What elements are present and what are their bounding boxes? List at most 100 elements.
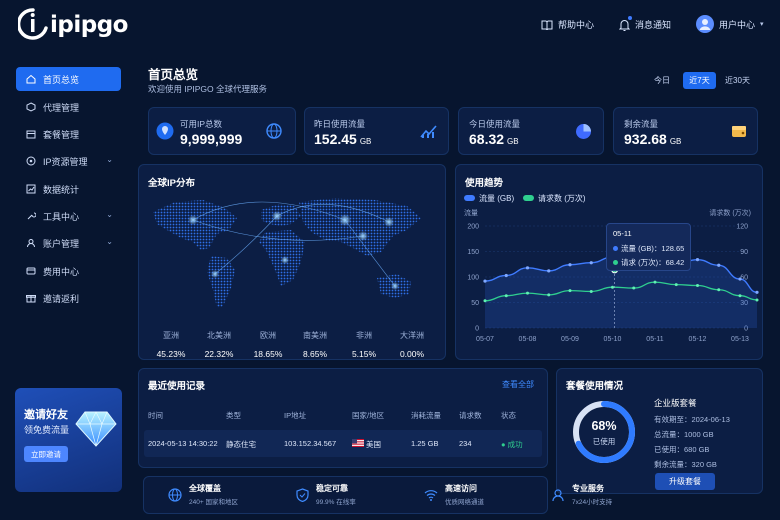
- request-point: [483, 299, 487, 303]
- page-subtitle: 欢迎使用 IPIPGO 全球代理服务: [148, 84, 268, 94]
- package-used: 已使用：680 GB: [654, 445, 710, 454]
- stat-label: 可用IP总数: [180, 119, 223, 129]
- upgrade-button[interactable]: 升级套餐: [655, 473, 715, 490]
- tab-7days[interactable]: 近7天: [683, 72, 716, 89]
- legend-swatch-requests: [523, 195, 534, 201]
- stat-label: 剩余流量: [624, 119, 659, 129]
- view-all-link[interactable]: 查看全部: [502, 379, 534, 390]
- feature-item: 全球覆盖 240+ 国家和地区: [168, 483, 238, 506]
- package-remaining: 剩余流量：320 GB: [654, 460, 717, 469]
- headset-icon: [552, 488, 564, 501]
- y-tick-left: 0: [475, 326, 479, 333]
- logo[interactable]: ipipgo: [18, 8, 128, 42]
- chart-icon: [26, 184, 36, 194]
- flow-point: [695, 258, 700, 262]
- chevron-down-icon: ▾: [760, 21, 764, 28]
- request-point: [674, 283, 678, 287]
- tab-30days[interactable]: 近30天: [721, 72, 754, 89]
- invite-card: 邀请好友 领免费流量 立即邀请: [15, 388, 122, 492]
- x-tick: 05-12: [689, 336, 707, 343]
- tab-today[interactable]: 今日: [648, 72, 676, 89]
- flow-point: [547, 269, 551, 273]
- region-stat: 非洲 5.15%: [351, 331, 377, 359]
- sidebar-item-package[interactable]: 套餐管理: [16, 122, 121, 146]
- cell-ip: 103.152.34.567: [284, 439, 337, 448]
- help-center-link[interactable]: 帮助中心: [541, 18, 594, 31]
- home-icon: [26, 74, 36, 84]
- x-tick: 05-13: [731, 336, 749, 343]
- x-tick: 05-11: [646, 336, 663, 343]
- legend-flow: 流量 (GB): [479, 193, 514, 203]
- sidebar-item-label: 费用中心: [43, 266, 80, 277]
- trend-icon: [420, 125, 437, 138]
- sidebar-item-ip-resources[interactable]: IP资源管理 ⌄: [16, 149, 121, 173]
- request-point: [504, 294, 508, 298]
- cell-requests: 234: [459, 439, 472, 448]
- package-title: 套餐使用情况: [566, 381, 624, 392]
- sidebar-item-account[interactable]: 账户管理 ⌄: [16, 231, 121, 255]
- x-tick: 05-08: [519, 336, 537, 343]
- flow-point: [483, 279, 487, 283]
- notify-label: 消息通知: [635, 20, 672, 30]
- cell-time: 2024-05-13 14:30:22: [148, 439, 218, 448]
- status-badge: ● 成功: [501, 440, 523, 449]
- stat-value: 9,999,999: [180, 131, 243, 147]
- request-point: [547, 293, 551, 297]
- user-menu[interactable]: 用户中心 ▾: [696, 15, 764, 33]
- col-header: 时间: [148, 411, 163, 420]
- sidebar-item-tools[interactable]: 工具中心 ⌄: [16, 204, 121, 228]
- y-tick-left: 50: [471, 300, 479, 307]
- x-tick: 05-10: [604, 336, 622, 343]
- request-point: [755, 298, 759, 302]
- region-stat: 亚洲 45.23%: [156, 331, 186, 359]
- flow-point: [568, 263, 572, 267]
- book-icon: [541, 20, 553, 30]
- bell-icon: [618, 15, 632, 31]
- flow-point: [755, 290, 759, 294]
- package-icon: [26, 130, 36, 139]
- package-expiry: 有效期至：2024-06-13: [654, 415, 730, 424]
- sidebar-item-label: 代理管理: [43, 102, 80, 113]
- sidebar-item-label: 账户管理: [43, 238, 80, 249]
- col-header: 国家/地区: [352, 411, 385, 420]
- package-total: 总流量：1000 GB: [654, 430, 714, 439]
- logo-text: ipipgo: [50, 12, 128, 38]
- sidebar-item-statistics[interactable]: 数据统计: [16, 177, 121, 201]
- col-header: 类型: [226, 411, 241, 420]
- sidebar-item-billing[interactable]: 费用中心: [16, 259, 121, 283]
- notifications-link[interactable]: 消息通知: [618, 15, 672, 31]
- y-tick-left: 200: [467, 224, 479, 231]
- x-tick: 05-09: [561, 336, 579, 343]
- records-title: 最近使用记录: [148, 381, 206, 392]
- sidebar-item-home[interactable]: 首页总览: [16, 67, 121, 91]
- feature-item: 稳定可靠 99.9% 在线率: [296, 483, 356, 506]
- world-map: [153, 198, 421, 308]
- flow-point: [738, 277, 742, 281]
- y-tick-right: 120: [736, 224, 748, 231]
- sidebar: 首页总览 代理管理 套餐管理 IP资源管理 ⌄ 数据统计 工具中心 ⌄ 账户管理…: [0, 52, 128, 520]
- col-header: 状态: [501, 411, 516, 420]
- invite-subtitle: 领免费流量: [24, 425, 70, 435]
- tooltip-flow: 流量 (GB)：128.65: [613, 243, 684, 254]
- invite-button[interactable]: 立即邀请: [24, 446, 68, 462]
- user-icon: [27, 239, 35, 248]
- flow-point: [525, 266, 530, 270]
- notification-dot: [628, 15, 632, 20]
- sidebar-item-proxy[interactable]: 代理管理: [16, 95, 121, 119]
- package-name: 企业版套餐: [654, 398, 697, 408]
- logo-mark: [18, 8, 48, 40]
- sidebar-item-label: 数据统计: [43, 184, 80, 195]
- page-title: 首页总览: [148, 68, 199, 82]
- stat-label: 今日使用流量: [469, 119, 521, 129]
- stat-value: 932.68 GB: [624, 131, 682, 147]
- usage-label: 已使用: [592, 437, 616, 446]
- sidebar-item-label: 邀请返利: [43, 293, 80, 304]
- globe-icon: [168, 487, 182, 502]
- y-tick-right: 90: [740, 249, 748, 256]
- request-point: [717, 288, 721, 292]
- top-bar: ipipgo 帮助中心 消息通知 用户中心 ▾: [0, 0, 780, 52]
- legend-requests: 请求数 (万次): [538, 193, 586, 203]
- y-tick-left: 100: [467, 275, 479, 282]
- sidebar-item-referral[interactable]: 邀请返利: [16, 286, 121, 310]
- flow-point: [589, 261, 593, 265]
